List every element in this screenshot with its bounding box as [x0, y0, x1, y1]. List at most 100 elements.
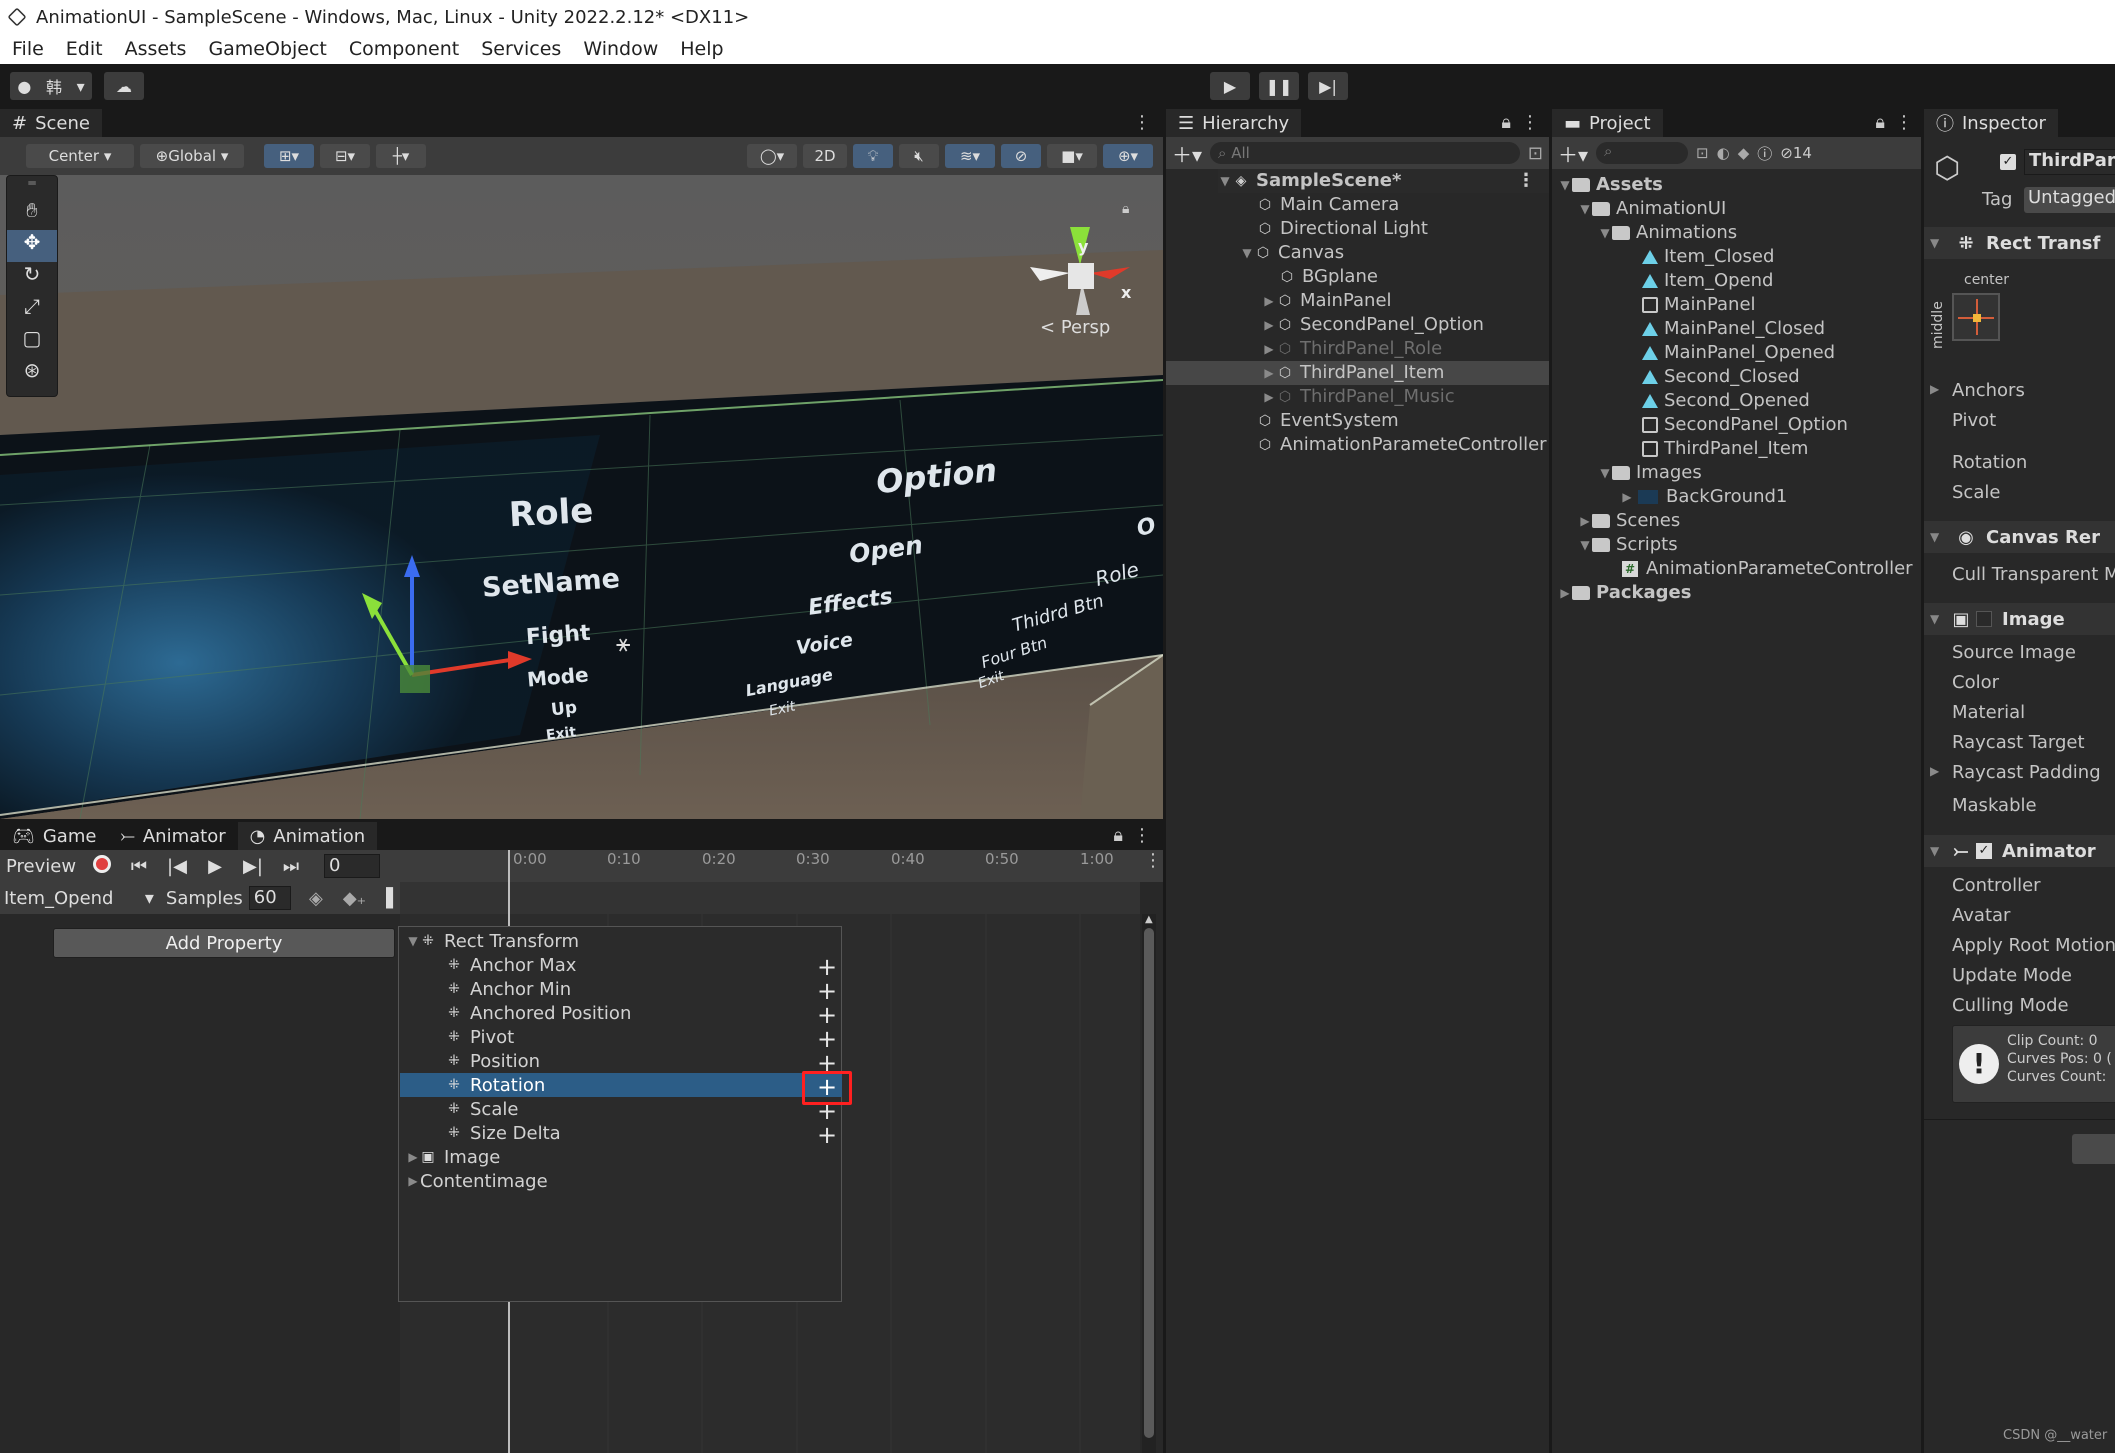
add-size-delta-button[interactable]: +: [817, 1123, 837, 1147]
project-item-animations[interactable]: ▼ Animations: [1598, 221, 1737, 245]
property-group-image[interactable]: ▶ ▣ Image: [400, 1145, 842, 1169]
filter-type-icon[interactable]: ◐: [1717, 144, 1730, 162]
lock-icon[interactable]: 🔒︎: [1113, 825, 1133, 850]
expand-arrow-icon[interactable]: ▼: [1578, 197, 1592, 221]
play-animation-button[interactable]: ▶: [196, 856, 234, 877]
expand-arrow-icon[interactable]: ▼: [1924, 530, 1946, 544]
expand-arrow-icon[interactable]: ▼: [1924, 236, 1946, 250]
frame-input[interactable]: 0: [324, 854, 380, 878]
gizmo-lock-icon[interactable]: 🔒︎: [1122, 201, 1129, 217]
lock-icon[interactable]: 🔒︎: [1875, 112, 1895, 137]
record-button[interactable]: [84, 854, 120, 878]
menu-services[interactable]: Services: [469, 38, 571, 60]
collapsed-arrow-icon[interactable]: ▶: [406, 1150, 420, 1164]
create-asset-button[interactable]: ＋▾: [1558, 139, 1588, 168]
collapsed-arrow-icon[interactable]: ▶: [1262, 289, 1276, 313]
anchor-presets-button[interactable]: [1952, 293, 2000, 341]
project-item-mainpanel-opened[interactable]: MainPanel_Opened: [1642, 341, 1835, 365]
add-anchored-position-button[interactable]: +: [817, 1003, 837, 1027]
tab-scene[interactable]: # Scene: [0, 109, 102, 137]
project-item-background1[interactable]: ▶ BackGround1: [1620, 485, 1787, 509]
scrollbar-thumb[interactable]: [1144, 928, 1154, 1438]
scale-tool-icon[interactable]: ⤢: [7, 294, 57, 326]
project-item-item-opend[interactable]: Item_Opend: [1642, 269, 1773, 293]
menu-help[interactable]: Help: [668, 38, 733, 60]
project-search-input[interactable]: ⌕: [1596, 142, 1689, 164]
add-object-button[interactable]: ＋▾: [1172, 139, 1202, 168]
more-options-icon[interactable]: ⋮: [1521, 112, 1549, 137]
warning-icon[interactable]: ⓘ: [1757, 143, 1772, 164]
more-options-icon[interactable]: ⋮: [1517, 169, 1549, 193]
space-dropdown[interactable]: ⊕ Global ▾: [140, 144, 244, 168]
tab-game[interactable]: 🎮︎ Game: [0, 822, 109, 850]
collapsed-arrow-icon[interactable]: ▶: [1262, 361, 1276, 385]
project-item-item-closed[interactable]: Item_Closed: [1642, 245, 1774, 269]
collapsed-arrow-icon[interactable]: ▶: [1620, 485, 1634, 509]
property-group-rect-transform[interactable]: ▼ ⁜ Rect Transform: [400, 929, 842, 953]
object-name-field[interactable]: ThirdPane: [2024, 149, 2115, 175]
project-item-scripts[interactable]: ▼ Scripts: [1578, 533, 1677, 557]
search-filter-icon[interactable]: ⊡: [1528, 143, 1543, 164]
ruler-button[interactable]: ┼▾: [376, 144, 426, 168]
expand-arrow-icon[interactable]: ▼: [1578, 533, 1592, 557]
collapsed-arrow-icon[interactable]: ▶: [1930, 382, 1939, 396]
project-item-assets[interactable]: ▼ Assets: [1558, 173, 1663, 197]
enabled-checkbox[interactable]: ✓: [1976, 843, 1992, 859]
step-button[interactable]: ▶|: [1308, 72, 1348, 100]
more-options-icon[interactable]: ⋮: [1895, 112, 1921, 137]
collapsed-arrow-icon[interactable]: ▶: [1262, 337, 1276, 361]
add-event-icon[interactable]: ▌: [366, 888, 400, 909]
toggle-2d-button[interactable]: 2D: [803, 144, 847, 168]
project-item-animationui[interactable]: ▼ AnimationUI: [1578, 197, 1726, 221]
expand-arrow-icon[interactable]: ▼: [1598, 461, 1612, 485]
draw-mode-button[interactable]: ◯▾: [747, 144, 797, 168]
hierarchy-item-thirdpanel-role[interactable]: ▶ ⬡ ThirdPanel_Role: [1262, 337, 1442, 361]
keyframe-diamond-icon[interactable]: ◈: [291, 888, 323, 909]
property-anchor-max[interactable]: ⁜ Anchor Max: [400, 953, 842, 977]
property-scale[interactable]: ⁜ Scale: [400, 1097, 842, 1121]
expand-arrow-icon[interactable]: ▼: [1924, 612, 1946, 626]
image-component-header[interactable]: ▼ ▣ Image: [1924, 603, 2115, 635]
scroll-up-icon[interactable]: ▲: [1145, 914, 1153, 925]
property-group-contentimage[interactable]: ▶ Contentimage: [400, 1169, 842, 1193]
project-item-images[interactable]: ▼ Images: [1598, 461, 1701, 485]
more-options-icon[interactable]: ⋮: [1133, 112, 1163, 137]
expand-arrow-icon[interactable]: ▼: [406, 934, 420, 948]
more-options-icon[interactable]: ⋮: [1133, 825, 1163, 850]
add-pivot-button[interactable]: +: [817, 1027, 837, 1051]
hand-tool-icon[interactable]: ✋︎: [7, 198, 57, 230]
property-pivot[interactable]: ⁜ Pivot: [400, 1025, 842, 1049]
audio-button[interactable]: 🔇︎: [899, 144, 939, 168]
vertical-scrollbar[interactable]: [1142, 914, 1156, 1453]
tab-project[interactable]: ▬ Project: [1552, 109, 1663, 137]
hierarchy-item-animationparametecontroller[interactable]: ⬡ AnimationParameteController: [1256, 433, 1547, 457]
add-anchor-min-button[interactable]: +: [817, 979, 837, 1003]
projection-toggle[interactable]: < Persp: [1040, 317, 1110, 338]
collapsed-arrow-icon[interactable]: ▶: [1558, 581, 1572, 605]
expand-arrow-icon[interactable]: ▼: [1598, 221, 1612, 245]
project-item-mainpanel[interactable]: MainPanel: [1642, 293, 1756, 317]
hierarchy-item-secondpanel-option[interactable]: ▶ ⬡ SecondPanel_Option: [1262, 313, 1484, 337]
preview-toggle[interactable]: Preview: [0, 856, 84, 877]
collapsed-arrow-icon[interactable]: ▶: [1578, 509, 1592, 533]
last-keyframe-button[interactable]: ⏭︎: [272, 856, 310, 877]
search-by-type-icon[interactable]: ⊡: [1696, 144, 1709, 162]
cloud-button[interactable]: ☁: [104, 72, 144, 100]
menu-component[interactable]: Component: [337, 38, 469, 60]
menu-gameobject[interactable]: GameObject: [196, 38, 336, 60]
add-keyframe-icon[interactable]: ◆₊: [323, 888, 366, 909]
rect-tool-icon[interactable]: ▢: [7, 326, 57, 358]
prev-keyframe-button[interactable]: |◀: [158, 856, 196, 877]
pause-button[interactable]: ❚❚: [1259, 72, 1299, 100]
scene-viewport[interactable]: Role SetName Fight Mode Up Exit Option O…: [0, 175, 1163, 819]
menu-edit[interactable]: Edit: [54, 38, 113, 60]
account-dropdown[interactable]: ● 韩 ▾: [10, 72, 92, 100]
camera-button[interactable]: ■▾: [1047, 144, 1097, 168]
tab-animation[interactable]: ◔ Animation: [237, 822, 378, 850]
expand-arrow-icon[interactable]: ▼: [1240, 241, 1254, 265]
project-item-script[interactable]: # AnimationParameteController: [1622, 557, 1913, 581]
property-anchored-position[interactable]: ⁜ Anchored Position: [400, 1001, 842, 1025]
hierarchy-item-directional-light[interactable]: ⬡ Directional Light: [1256, 217, 1428, 241]
collapsed-arrow-icon[interactable]: ▶: [1930, 764, 1939, 778]
clip-dropdown[interactable]: Item_Opend ▾: [0, 885, 160, 911]
